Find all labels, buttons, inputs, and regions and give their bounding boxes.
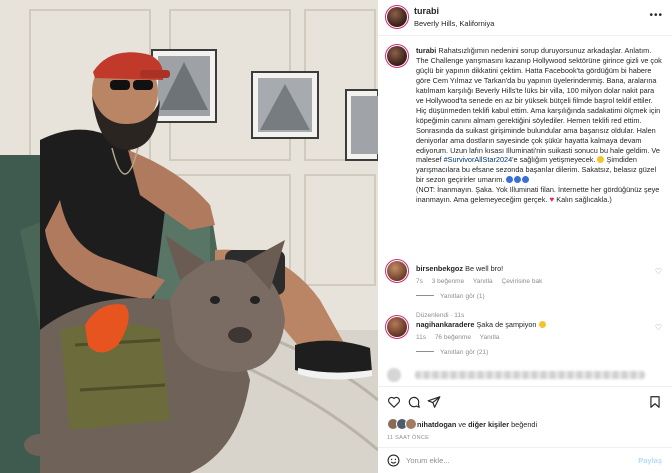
comment-like-heart-icon[interactable]: ♡: [655, 267, 662, 276]
liker-avatar: [405, 418, 417, 430]
comment-like-heart-icon[interactable]: ♡: [655, 323, 662, 332]
caption-body-1: Rahatsızlığımın nedenini sorup duruyorsu…: [416, 46, 662, 165]
comment-body: Be well bro!: [465, 264, 504, 273]
author-avatar[interactable]: [385, 5, 409, 29]
post-comment-button[interactable]: Paylaş: [638, 456, 662, 465]
blurred-comment: [387, 368, 647, 382]
liked-others-link[interactable]: diğer kişiler: [468, 420, 509, 429]
nazar-emoji-icon: [506, 176, 514, 184]
caption-avatar[interactable]: [385, 44, 409, 68]
reply-button[interactable]: Yanıtla: [480, 334, 500, 341]
commenter-avatar[interactable]: [385, 315, 409, 339]
comment-text: nagihankaradere Şaka de şampiyon: [416, 320, 646, 329]
post-header: turabi Beverly Hills, Kaliforniya •••: [378, 0, 672, 36]
author-username[interactable]: turabi: [414, 6, 439, 16]
comment-icon[interactable]: [407, 395, 421, 409]
liked-by: nihatdogan ve diğer kişiler beğendi: [387, 418, 657, 432]
save-bookmark-icon[interactable]: [648, 395, 662, 409]
comment-likes[interactable]: 3 beğenme: [432, 278, 465, 285]
caption-body-2: 'e sağlığım yetişmeyecek.: [512, 155, 598, 165]
commenter-username[interactable]: birsenbekgoz: [416, 264, 463, 273]
nazar-emoji-icon: [522, 176, 530, 184]
share-send-icon[interactable]: [427, 395, 441, 409]
blurred-avatar: [387, 368, 401, 382]
nazar-emoji-icon: [514, 176, 522, 184]
caption-body-4: (NOT: İnanmayın. Şaka. Yok Illuminati fi…: [416, 185, 660, 205]
comment-text: birsenbekgoz Be well bro!: [416, 264, 646, 273]
translate-button[interactable]: Çevirisine bak: [502, 278, 543, 285]
comment-time: 7s: [416, 278, 423, 285]
liked-by-text: nihatdogan ve diğer kişiler beğendi: [417, 420, 538, 429]
comment-meta: 11s 76 beğenme Yanıtla: [416, 334, 506, 341]
view-replies-button[interactable]: Yanıtları gör (1): [416, 293, 485, 300]
like-heart-icon[interactable]: [387, 395, 401, 409]
comment-likes[interactable]: 76 beğenme: [435, 334, 471, 341]
post-actions: nihatdogan ve diğer kişiler beğendi 11 S…: [378, 386, 672, 472]
more-options-icon[interactable]: •••: [649, 11, 663, 21]
caption-body-5: Kalın sağlıcakla.): [554, 195, 612, 205]
reply-button[interactable]: Yanıtla: [473, 278, 493, 285]
view-replies-button[interactable]: Yanıtları gör (21): [416, 349, 488, 356]
comment-input[interactable]: [406, 453, 606, 468]
comment-body: Şaka de şampiyon: [476, 320, 539, 329]
hashtag-link[interactable]: #SurvivorAllStar2024: [444, 155, 513, 164]
post-panel: turabi Beverly Hills, Kaliforniya ••• tu…: [378, 0, 672, 473]
post-photo[interactable]: [0, 0, 378, 473]
post-location[interactable]: Beverly Hills, Kaliforniya: [414, 19, 494, 28]
smiling-emoji-icon: [538, 321, 546, 328]
wall-picture-1: [151, 49, 217, 123]
post-timestamp: 11 SAAT ÖNCE: [387, 435, 430, 441]
comment-meta: 7s 3 beğenme Yanıtla Çevirisine bak: [416, 278, 549, 285]
commenter-username[interactable]: nagihankaradere: [416, 320, 474, 329]
caption-text: turabi Rahatsızlığımın nedenini sorup du…: [416, 46, 662, 205]
caption-username[interactable]: turabi: [416, 46, 436, 55]
comments-scroll-area[interactable]: turabi Rahatsızlığımın nedenini sorup du…: [378, 37, 672, 385]
commenter-avatar[interactable]: [385, 259, 409, 283]
wall-picture-3: [345, 89, 378, 161]
add-comment-bar: Paylaş: [378, 447, 672, 473]
emoji-picker-icon[interactable]: [387, 454, 400, 467]
liked-user-link[interactable]: nihatdogan: [417, 420, 456, 429]
blurred-text: [415, 371, 645, 379]
photo-illustration: [0, 0, 378, 473]
caption-edited-time: Düzenlendi · 11s: [416, 312, 465, 319]
comment-time: 11s: [416, 334, 426, 341]
wall-picture-2: [251, 71, 319, 139]
